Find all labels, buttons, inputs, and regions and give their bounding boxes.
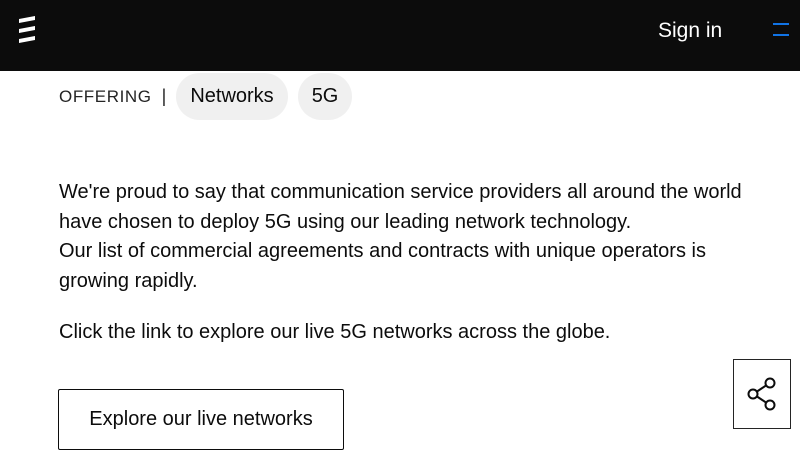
offering-tags: OFFERING | Networks 5G [59,73,353,120]
offering-label: OFFERING [59,86,152,106]
site-header: Sign in [0,0,800,71]
sign-in-link[interactable]: Sign in [658,17,722,45]
intro-text: We're proud to say that communication se… [59,178,759,296]
explore-live-networks-button[interactable]: Explore our live networks [58,389,344,450]
share-button[interactable] [733,359,791,429]
tag-chip-5g[interactable]: 5G [297,73,353,120]
share-icon [747,377,776,411]
intro-paragraph-line-1: We're proud to say that communication se… [59,181,742,233]
page: Sign in OFFERING | Networks 5G We're pro… [0,0,800,450]
menu-icon[interactable] [770,20,792,42]
ericsson-logo-icon[interactable] [16,16,38,46]
tag-chip-networks[interactable]: Networks [176,73,288,120]
intro-paragraph-line-2: Our list of commercial agreements and co… [59,240,706,292]
explore-paragraph: Click the link to explore our live 5G ne… [59,321,611,343]
tag-separator: | [161,86,167,106]
